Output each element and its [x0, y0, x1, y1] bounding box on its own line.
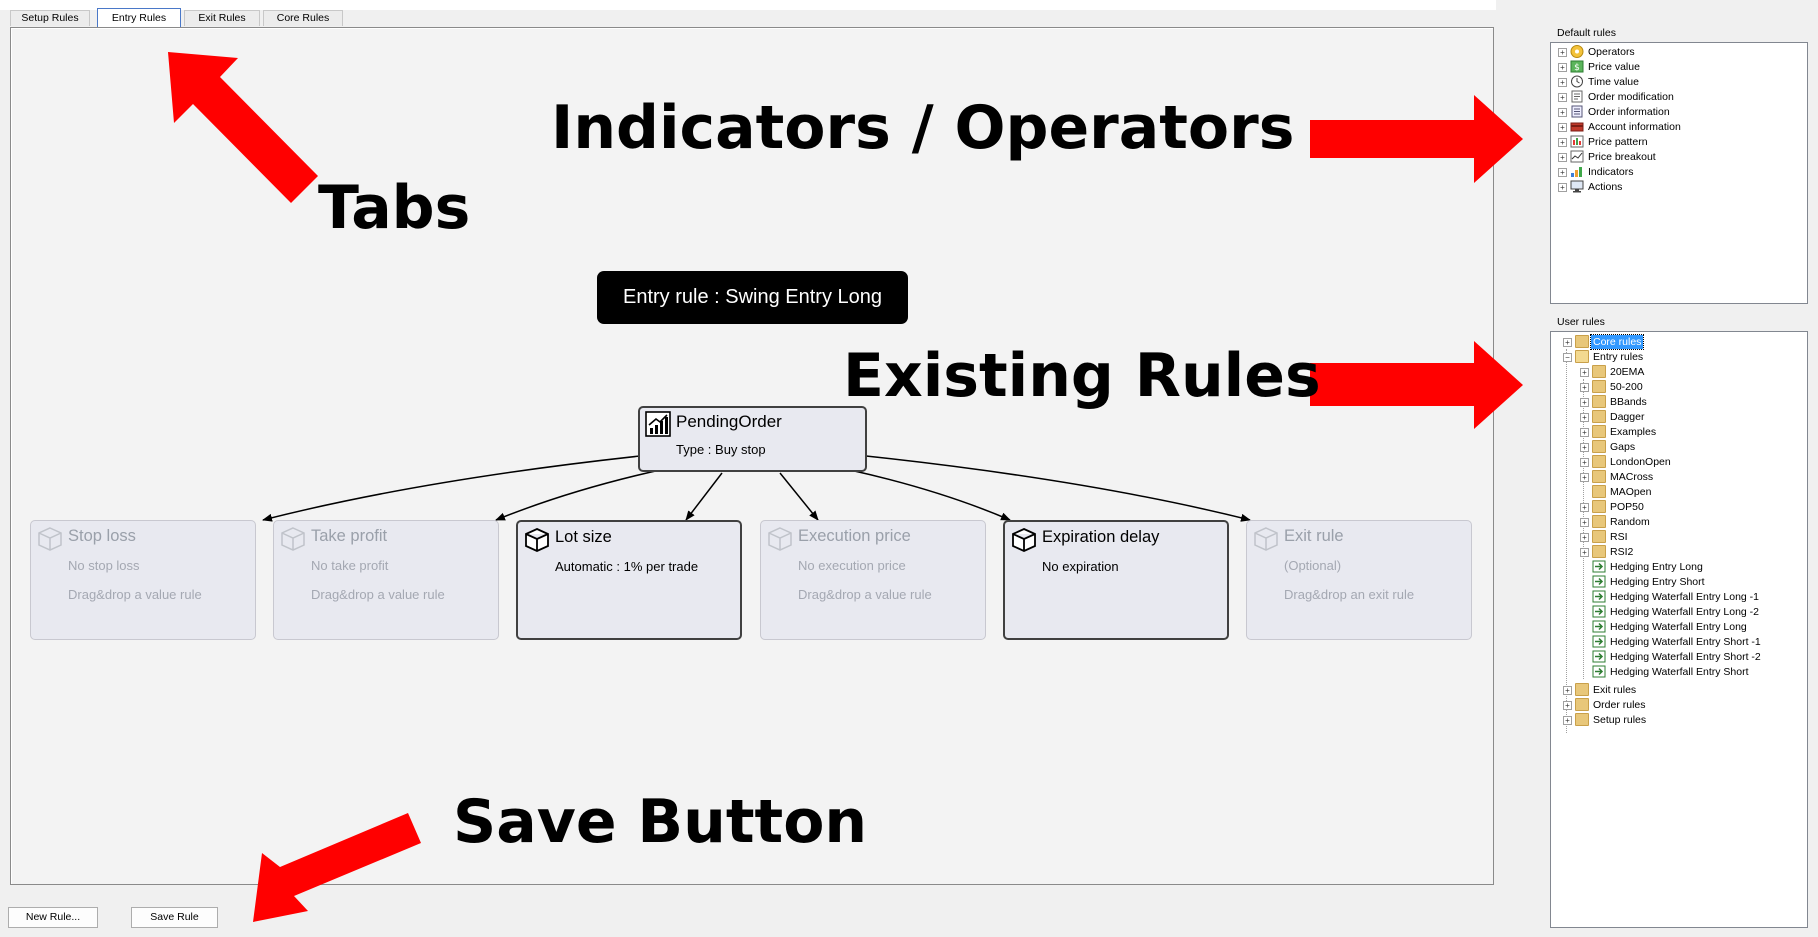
annotation-indicators-operators: Indicators / Operators	[551, 93, 1295, 163]
annotation-tabs: Tabs	[318, 173, 471, 243]
arrow-to-user-rules	[1310, 341, 1523, 429]
arrow-to-default-rules	[1310, 95, 1523, 183]
annotation-existing-rules: Existing Rules	[843, 341, 1321, 411]
arrow-to-tabs	[168, 52, 318, 203]
arrow-to-save-button	[253, 813, 421, 922]
annotation-save-button: Save Button	[453, 787, 868, 857]
